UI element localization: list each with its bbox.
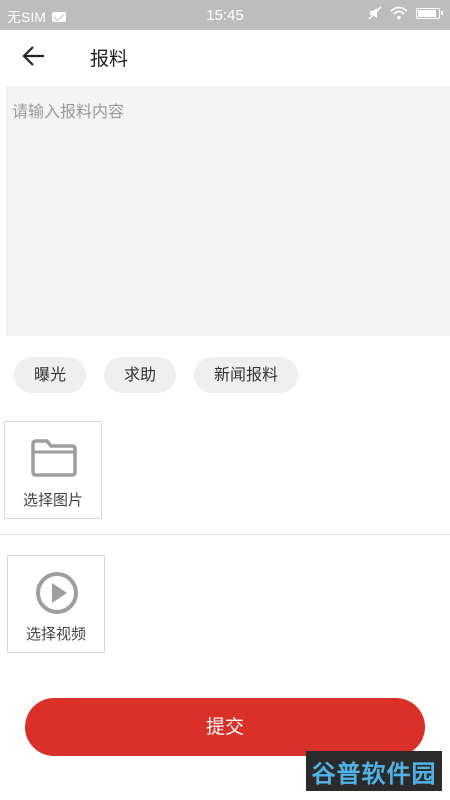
status-right xyxy=(368,6,443,20)
header: 报料 xyxy=(0,30,450,82)
submit-button[interactable]: 提交 xyxy=(25,698,425,756)
chip-help[interactable]: 求助 xyxy=(104,357,177,393)
divider xyxy=(0,534,450,535)
folder-icon xyxy=(31,439,77,477)
chip-exposure[interactable]: 曝光 xyxy=(14,357,87,393)
mute-icon xyxy=(368,6,382,20)
page-title: 报料 xyxy=(90,48,129,70)
watermark-logo: 谷普软件园 xyxy=(306,751,442,791)
play-circle-icon xyxy=(36,572,78,614)
content-input[interactable] xyxy=(6,86,450,336)
battery-icon xyxy=(416,7,443,19)
select-video-label: 选择视频 xyxy=(25,625,86,643)
select-image-button[interactable]: 选择图片 xyxy=(4,421,102,519)
select-image-label: 选择图片 xyxy=(22,491,83,509)
chip-news-report[interactable]: 新闻报料 xyxy=(194,357,299,393)
status-bar: 无SIM 15:45 xyxy=(0,0,450,30)
arrow-left-icon[interactable] xyxy=(20,42,48,70)
select-video-button[interactable]: 选择视频 xyxy=(7,555,105,653)
wifi-icon xyxy=(390,6,408,20)
category-chips: 曝光 求助 新闻报料 xyxy=(14,357,299,393)
